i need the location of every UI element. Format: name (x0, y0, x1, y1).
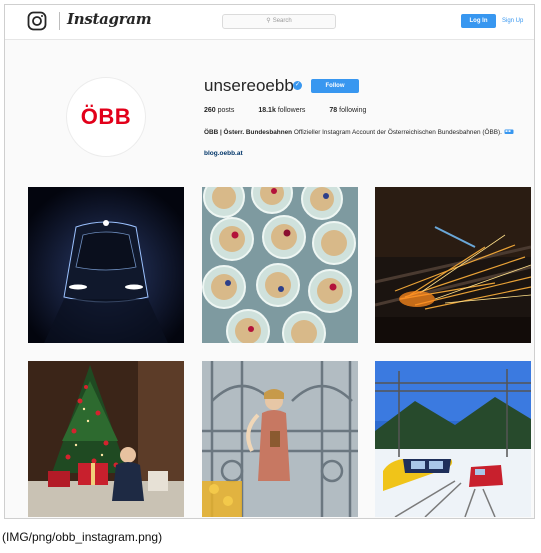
top-navigation-bar: Instagram ⚲ Search Log In Sign Up (5, 5, 534, 40)
verified-badge-icon: ✓ (293, 81, 302, 90)
search-input[interactable]: ⚲ Search (222, 14, 336, 29)
bio-name: ÖBB | Österr. Bundesbahnen (204, 129, 293, 136)
header-divider (59, 12, 60, 30)
login-button[interactable]: Log In (461, 14, 496, 28)
signup-link[interactable]: Sign Up (502, 14, 523, 28)
instagram-wordmark[interactable]: Instagram (67, 10, 152, 28)
instagram-camera-icon[interactable] (27, 11, 47, 31)
profile-stats: 260 posts 18.1k followers 78 following (204, 107, 388, 114)
bio-link[interactable]: blog.oebb.at (204, 150, 243, 157)
post-thumbnail-christmas-tree[interactable] (28, 361, 184, 517)
following-count[interactable]: 78 following (329, 107, 366, 114)
followers-count[interactable]: 18.1k followers (258, 107, 305, 114)
obb-logo: ÖBB (80, 104, 132, 129)
post-thumbnail-snow-trains[interactable] (375, 361, 531, 517)
profile-username: unsereoebb (204, 76, 294, 95)
post-thumbnail-sparks[interactable] (375, 187, 531, 343)
rail-emoji-icon (504, 129, 514, 135)
profile-bio: ÖBB | Österr. Bundesbahnen Offizieller I… (204, 128, 524, 138)
search-placeholder: Search (272, 18, 292, 24)
post-thumbnail-train-night[interactable] (28, 187, 184, 343)
follow-button[interactable]: Follow (311, 79, 359, 93)
avatar[interactable]: ÖBB (66, 77, 146, 157)
post-thumbnail-muesli-glasses[interactable] (202, 187, 358, 343)
posts-count: 260 posts (204, 107, 235, 114)
bio-text: Offizieller Instagram Account der Österr… (293, 129, 502, 136)
image-caption: (IMG/png/obb_instagram.png) (2, 530, 163, 544)
search-icon: ⚲ (266, 18, 271, 24)
browser-frame: Instagram ⚲ Search Log In Sign Up ÖBB uns… (4, 4, 535, 519)
post-thumbnail-angel-gate[interactable] (202, 361, 358, 517)
